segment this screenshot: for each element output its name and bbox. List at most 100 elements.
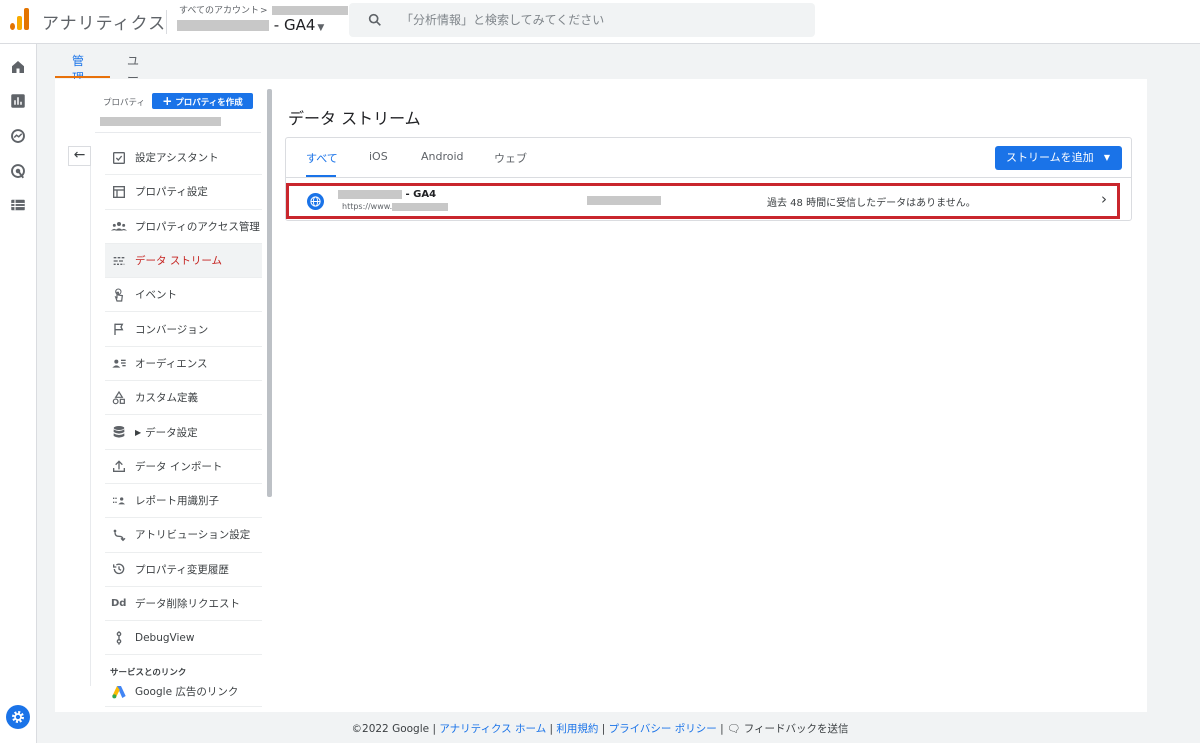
redacted-account-name: [272, 6, 349, 15]
nav-item-audiences[interactable]: オーディエンス: [105, 347, 262, 382]
nav-item-label: カスタム定義: [135, 392, 198, 405]
identity-icon: [113, 496, 125, 504]
search-input[interactable]: [401, 11, 801, 29]
nav-item-property-access[interactable]: プロパティのアクセス管理: [105, 210, 262, 244]
chevron-right-icon[interactable]: ›: [1101, 190, 1107, 208]
globe-icon: [307, 193, 324, 210]
main-panel: プロパティ + プロパティを作成 ← 設定アシスタント プロパティ設定 プロパテ…: [55, 79, 1147, 712]
create-property-label: プロパティを作成: [175, 98, 243, 108]
footer-home-link[interactable]: アナリティクス ホーム: [439, 723, 546, 735]
nav-item-label: プロパティのアクセス管理: [135, 220, 260, 233]
account-breadcrumb-label: すべてのアカウント: [179, 6, 260, 16]
nav-item-google-ads-links[interactable]: Google 広告のリンク: [105, 677, 262, 707]
advertising-icon[interactable]: [9, 162, 27, 180]
nav-item-custom-definitions[interactable]: カスタム定義: [105, 381, 262, 416]
nav-item-setup-assistant[interactable]: 設定アシスタント: [105, 141, 262, 176]
redacted-property-name: [177, 20, 269, 31]
dropdown-arrow-icon: ▼: [1103, 153, 1110, 162]
nav-item-data-settings[interactable]: ▶ データ設定: [105, 415, 262, 450]
property-suffix: - GA4: [273, 16, 316, 34]
attribution-icon: [113, 529, 126, 542]
app-title: アナリティクス: [42, 14, 167, 34]
expand-arrow-icon: ▶: [135, 427, 142, 437]
audience-icon: [112, 360, 126, 369]
footer: ©2022 Google | アナリティクス ホーム | 利用規約 | プライバ…: [351, 723, 849, 735]
search-box[interactable]: [349, 3, 815, 37]
tab-all[interactable]: すべて: [306, 150, 338, 166]
card-divider: [286, 177, 1131, 178]
stream-row[interactable]: - GA4 https://www. 過去 48 時間に受信したデータはありませ…: [286, 183, 1120, 219]
reports-icon[interactable]: [9, 92, 27, 110]
nav-item-attribution-settings[interactable]: アトリビューション設定: [105, 518, 262, 553]
nav-item-reporting-identity[interactable]: レポート用識別子: [105, 484, 262, 519]
nav-item-debugview[interactable]: DebugView: [105, 621, 262, 656]
nav-item-label: 設定アシスタント: [135, 152, 219, 165]
stream-url-prefix: https://www.: [342, 202, 393, 211]
nav-item-label: DebugView: [135, 631, 195, 644]
shapes-icon: [112, 390, 125, 404]
nav-item-label: データ削除リクエスト: [135, 598, 240, 610]
property-label: プロパティ: [103, 98, 145, 108]
redacted-property-selector[interactable]: [100, 117, 221, 126]
nav-item-label: イベント: [135, 289, 177, 302]
nav-item-conversions[interactable]: コンバージョン: [105, 312, 262, 347]
account-breadcrumb[interactable]: すべてのアカウント>: [179, 3, 349, 16]
nav-item-label: プロパティ変更履歴: [135, 563, 229, 576]
footer-copyright: ©2022 Google: [351, 723, 430, 735]
footer-feedback-link[interactable]: フィードバックを送信: [744, 723, 849, 735]
stream-name: - GA4: [338, 189, 436, 200]
nav-item-label: Google 広告のリンク: [135, 686, 239, 698]
home-icon[interactable]: [9, 58, 27, 76]
nav-item-change-history[interactable]: プロパティ変更履歴: [105, 553, 262, 587]
database-icon: [113, 426, 125, 438]
stream-name-suffix: - GA4: [405, 189, 437, 200]
debug-icon: [116, 631, 122, 645]
checklist-icon: [113, 151, 125, 164]
add-stream-button[interactable]: ストリームを追加 ▼: [995, 146, 1122, 170]
tab-android[interactable]: Android: [421, 150, 464, 163]
nav-item-data-deletion[interactable]: Dd データ削除リクエスト: [105, 587, 262, 622]
nav-scrollbar[interactable]: [267, 89, 272, 497]
page-title: データ ストリーム: [288, 109, 421, 128]
nav-item-label: コンバージョン: [135, 323, 209, 336]
nav-item-events[interactable]: イベント: [105, 278, 262, 313]
footer-privacy-link[interactable]: プライバシー ポリシー: [609, 723, 717, 735]
nav-item-property-settings[interactable]: プロパティ設定: [105, 175, 262, 210]
redacted-stream-id: [587, 196, 661, 205]
configure-icon[interactable]: [9, 196, 27, 214]
top-bar: アナリティクス すべてのアカウント> - GA4 ▼: [0, 0, 1200, 44]
add-stream-label: ストリームを追加: [1006, 151, 1094, 164]
nav-item-data-streams[interactable]: データ ストリーム: [105, 243, 262, 279]
tab-web[interactable]: ウェブ: [494, 150, 527, 166]
nav-item-label: データ設定: [145, 426, 198, 439]
stream-icon: [113, 256, 125, 265]
people-icon: [111, 222, 127, 231]
upload-icon: [113, 460, 125, 473]
feedback-icon: 🗨: [727, 723, 741, 735]
footer-terms-link[interactable]: 利用規約: [556, 723, 598, 735]
property-icon: [113, 185, 125, 198]
chevron-right-icon: >: [260, 6, 268, 16]
nav-item-label: レポート用識別子: [135, 495, 219, 508]
nav-divider: [95, 132, 261, 133]
back-button[interactable]: ←: [68, 146, 91, 166]
create-property-button[interactable]: + プロパティを作成: [152, 93, 253, 109]
stream-url: https://www.: [342, 202, 449, 211]
header-divider: [166, 10, 167, 34]
explore-icon[interactable]: [9, 127, 27, 145]
dd-icon: Dd: [111, 597, 127, 609]
flag-icon: [114, 323, 124, 336]
touch-icon: [114, 288, 124, 302]
nav-item-data-import[interactable]: データ インポート: [105, 450, 262, 484]
nav-item-label: プロパティ設定: [135, 186, 208, 199]
analytics-logo[interactable]: [10, 8, 30, 30]
nav-item-label: オーディエンス: [135, 357, 208, 370]
property-selector[interactable]: - GA4 ▼: [177, 16, 324, 34]
tab-ios[interactable]: iOS: [369, 150, 388, 163]
nav-vertical-divider: [90, 166, 91, 686]
nav-item-label: データ ストリーム: [135, 255, 223, 268]
active-tab-indicator: [55, 76, 110, 78]
nav-item-label: アトリビューション設定: [135, 529, 251, 542]
search-icon: [368, 13, 381, 26]
caret-down-icon: ▼: [317, 23, 325, 33]
